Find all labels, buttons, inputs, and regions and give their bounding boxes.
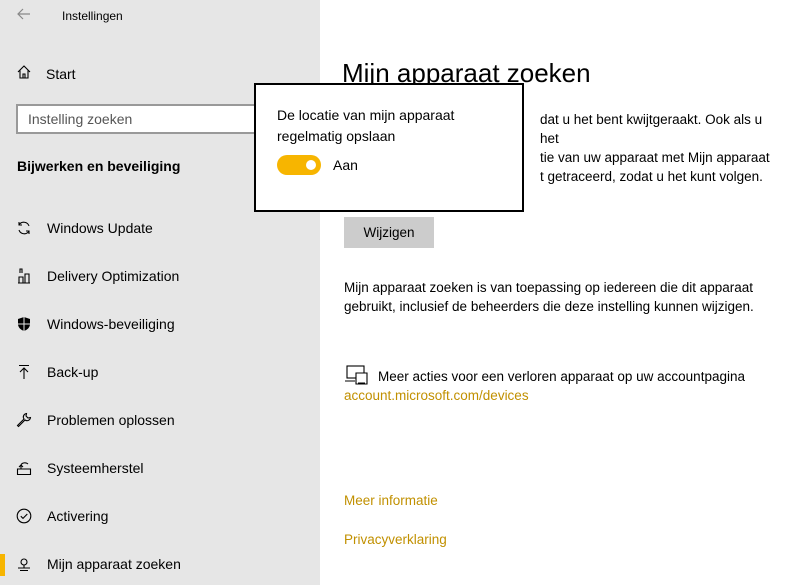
device-laptop-icon xyxy=(344,365,368,390)
recovery-icon xyxy=(16,460,32,476)
sidebar-item-windows-security[interactable]: Windows-beveiliging xyxy=(0,300,320,348)
find-device-icon xyxy=(16,556,32,572)
sync-icon xyxy=(16,220,32,236)
more-actions: Meer acties voor een verloren apparaat o… xyxy=(344,365,794,409)
location-toggle[interactable] xyxy=(277,155,321,175)
sidebar-item-delivery-optimization[interactable]: Delivery Optimization xyxy=(0,252,320,300)
back-arrow-icon xyxy=(17,7,31,25)
sidebar-item-activation[interactable]: Activering xyxy=(0,492,320,540)
wrench-icon xyxy=(16,412,32,428)
sidebar-item-label: Systeemherstel xyxy=(47,460,144,476)
change-button[interactable]: Wijzigen xyxy=(344,217,434,248)
account-devices-link[interactable]: account.microsoft.com/devices xyxy=(344,388,529,403)
sidebar-item-find-my-device[interactable]: Mijn apparaat zoeken xyxy=(0,540,320,585)
settings-window: Instellingen Start Bijwerken en beveilig… xyxy=(0,0,799,585)
search-input[interactable] xyxy=(28,111,248,127)
title-bar: Instellingen xyxy=(0,0,320,32)
more-info-link[interactable]: Meer informatie xyxy=(344,493,438,508)
home-label: Start xyxy=(46,66,76,82)
app-title: Instellingen xyxy=(62,9,123,23)
back-button[interactable] xyxy=(12,6,36,26)
backup-arrow-icon xyxy=(16,364,32,380)
search-box[interactable] xyxy=(16,104,262,134)
sidebar-item-label: Delivery Optimization xyxy=(47,268,180,284)
sidebar-item-backup[interactable]: Back-up xyxy=(0,348,320,396)
sidebar-item-label: Back-up xyxy=(47,364,99,380)
more-actions-text: Meer acties voor een verloren apparaat o… xyxy=(378,369,745,384)
sidebar-item-label: Windows-beveiliging xyxy=(47,316,175,332)
sidebar-item-label: Activering xyxy=(47,508,109,524)
applies-text: Mijn apparaat zoeken is van toepassing o… xyxy=(344,280,754,314)
sidebar-item-troubleshoot[interactable]: Problemen oplossen xyxy=(0,396,320,444)
shield-icon xyxy=(16,316,32,332)
location-popup: De locatie van mijn apparaat regelmatig … xyxy=(254,83,524,212)
nav-list: Windows Update Delivery Optimization Win… xyxy=(0,204,320,585)
toggle-knob xyxy=(306,160,316,170)
sidebar-item-recovery[interactable]: Systeemherstel xyxy=(0,444,320,492)
delivery-optimization-icon xyxy=(16,268,32,284)
section-title: Bijwerken en beveiliging xyxy=(17,158,181,174)
toggle-label: Aan xyxy=(333,157,358,173)
sidebar-item-label: Windows Update xyxy=(47,220,153,236)
sidebar-item-label: Problemen oplossen xyxy=(47,412,175,428)
check-circle-icon xyxy=(16,508,32,524)
home-icon xyxy=(16,64,32,85)
toggle-row: Aan xyxy=(277,155,358,175)
sidebar-item-label: Mijn apparaat zoeken xyxy=(47,556,181,572)
popup-title: De locatie van mijn apparaat regelmatig … xyxy=(277,107,455,144)
privacy-link[interactable]: Privacyverklaring xyxy=(344,532,447,547)
